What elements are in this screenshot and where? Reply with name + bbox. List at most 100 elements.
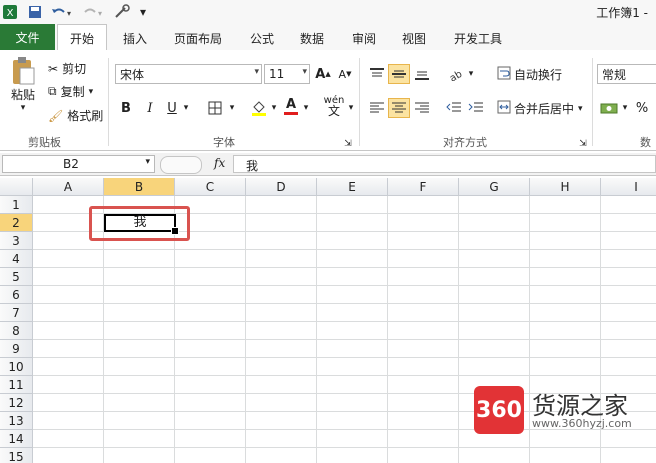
tab-insert[interactable]: 插入 [123, 30, 147, 47]
align-center-icon[interactable] [388, 98, 410, 118]
paste-icon [13, 57, 35, 85]
paste-button[interactable]: 粘贴 ▾ [10, 56, 36, 113]
tab-view[interactable]: 视图 [402, 30, 426, 47]
wrap-text-button[interactable]: 自动换行 [497, 66, 562, 83]
copy-button[interactable]: ⧉ 复制 ▾ [48, 83, 93, 100]
customize-qa-icon[interactable]: ▾ [137, 3, 149, 21]
watermark-logo: 360 [474, 386, 524, 434]
fill-color-dropdown-icon[interactable]: ▾ [269, 98, 279, 118]
tab-review[interactable]: 审阅 [352, 30, 376, 47]
row-header[interactable]: 6 [0, 286, 33, 304]
font-color-icon[interactable]: A [282, 96, 300, 116]
cut-button[interactable]: ✂ 剪切 [48, 60, 86, 77]
row-header[interactable]: 1 [0, 196, 33, 214]
clipboard-group-label: 剪贴板 [28, 136, 61, 149]
font-size-combo[interactable]: 11 ▾ [264, 64, 310, 84]
borders-icon[interactable] [204, 98, 226, 118]
underline-dropdown-icon[interactable]: ▾ [181, 98, 191, 118]
tab-data[interactable]: 数据 [300, 30, 324, 47]
chevron-down-icon[interactable]: ▾ [254, 67, 259, 77]
currency-icon[interactable] [598, 98, 620, 118]
row-header[interactable]: 3 [0, 232, 33, 250]
save-icon[interactable] [27, 3, 43, 21]
tab-developer[interactable]: 开发工具 [454, 30, 502, 47]
align-right-icon[interactable] [411, 98, 433, 118]
column-header[interactable]: C [175, 178, 246, 196]
row-header[interactable]: 13 [0, 412, 33, 430]
merge-center-button[interactable]: 合并后居中 ▾ [497, 100, 583, 117]
paste-dropdown-icon[interactable]: ▾ [21, 103, 26, 113]
grid-line [33, 249, 656, 250]
redo-icon[interactable]: ▾ [80, 3, 104, 21]
select-all-corner[interactable] [0, 178, 33, 196]
row-header[interactable]: 11 [0, 376, 33, 394]
row-header[interactable]: 14 [0, 430, 33, 448]
phonetic-dropdown-icon[interactable]: ▾ [346, 98, 356, 118]
row-header[interactable]: 5 [0, 268, 33, 286]
font-size-value: 11 [269, 67, 285, 81]
column-header[interactable]: H [530, 178, 601, 196]
underline-button[interactable]: U [163, 98, 181, 118]
row-header-selected[interactable]: 2 [0, 214, 33, 232]
increase-indent-icon[interactable] [465, 98, 487, 118]
divider [359, 58, 360, 146]
column-header[interactable]: I [601, 178, 656, 196]
row-header[interactable]: 8 [0, 322, 33, 340]
formula-splitter[interactable] [160, 156, 202, 174]
currency-dropdown-icon[interactable]: ▾ [620, 98, 630, 118]
watermark-url: www.360hyzj.com [532, 417, 632, 430]
italic-button[interactable]: I [141, 98, 159, 118]
tools-icon[interactable] [112, 3, 132, 21]
shrink-font-icon[interactable]: A ▼ [336, 64, 354, 84]
borders-dropdown-icon[interactable]: ▾ [227, 98, 237, 118]
chevron-down-icon[interactable]: ▾ [302, 67, 307, 77]
format-painter-label: 格式刷 [67, 109, 104, 123]
name-box[interactable]: B2 ▾ [2, 155, 155, 173]
font-color-dropdown-icon[interactable]: ▾ [301, 98, 311, 118]
row-header[interactable]: 4 [0, 250, 33, 268]
row-header[interactable]: 9 [0, 340, 33, 358]
percent-button[interactable]: % [634, 98, 650, 118]
column-header[interactable]: D [246, 178, 317, 196]
insert-function-icon[interactable]: fx [214, 156, 225, 170]
align-bottom-icon[interactable] [411, 64, 433, 84]
tab-formulas[interactable]: 公式 [250, 30, 274, 47]
tab-home[interactable]: 开始 [57, 24, 107, 51]
align-left-icon[interactable] [366, 98, 388, 118]
chevron-down-icon[interactable]: ▾ [145, 157, 150, 167]
cut-label: 剪切 [62, 62, 87, 76]
dialog-launcher-icon[interactable]: ⇲ [578, 134, 588, 154]
column-header-selected[interactable]: B [104, 178, 175, 196]
row-header[interactable]: 15 [0, 448, 33, 463]
dialog-launcher-icon[interactable]: ⇲ [343, 134, 353, 154]
column-header[interactable]: E [317, 178, 388, 196]
align-top-icon[interactable] [366, 64, 388, 84]
align-middle-icon[interactable] [388, 64, 410, 84]
format-painter-button[interactable]: 🖌 格式刷 [48, 107, 103, 124]
tab-page-layout[interactable]: 页面布局 [174, 30, 222, 47]
copy-dropdown-icon[interactable]: ▾ [89, 87, 94, 97]
merge-dropdown-icon[interactable]: ▾ [578, 104, 583, 114]
orientation-icon[interactable]: ab [445, 64, 467, 84]
font-name-combo[interactable]: 宋体 ▾ [115, 64, 262, 84]
column-header[interactable]: G [459, 178, 530, 196]
divider [592, 58, 593, 146]
decrease-indent-icon[interactable] [443, 98, 465, 118]
row-header[interactable]: 12 [0, 394, 33, 412]
column-header[interactable]: F [388, 178, 459, 196]
orientation-dropdown-icon[interactable]: ▾ [466, 64, 476, 84]
watermark-name: 货源之家 [532, 392, 628, 420]
column-header[interactable]: A [33, 178, 104, 196]
undo-icon[interactable]: ▾ [49, 3, 73, 21]
phonetic-icon[interactable]: wén 文 [322, 96, 346, 118]
number-format-combo[interactable]: 常规 [597, 64, 656, 84]
title-bar: X ▾ ▾ ▾ 工作簿1 - [0, 0, 656, 24]
bold-button[interactable]: B [117, 98, 135, 118]
row-header[interactable]: 10 [0, 358, 33, 376]
row-header[interactable]: 7 [0, 304, 33, 322]
grow-font-icon[interactable]: A ▲ [314, 64, 332, 84]
tab-file[interactable]: 文件 [0, 24, 55, 50]
fill-color-icon[interactable] [249, 98, 269, 118]
excel-logo-icon: X [2, 3, 18, 21]
formula-input[interactable]: 我 [233, 155, 656, 173]
